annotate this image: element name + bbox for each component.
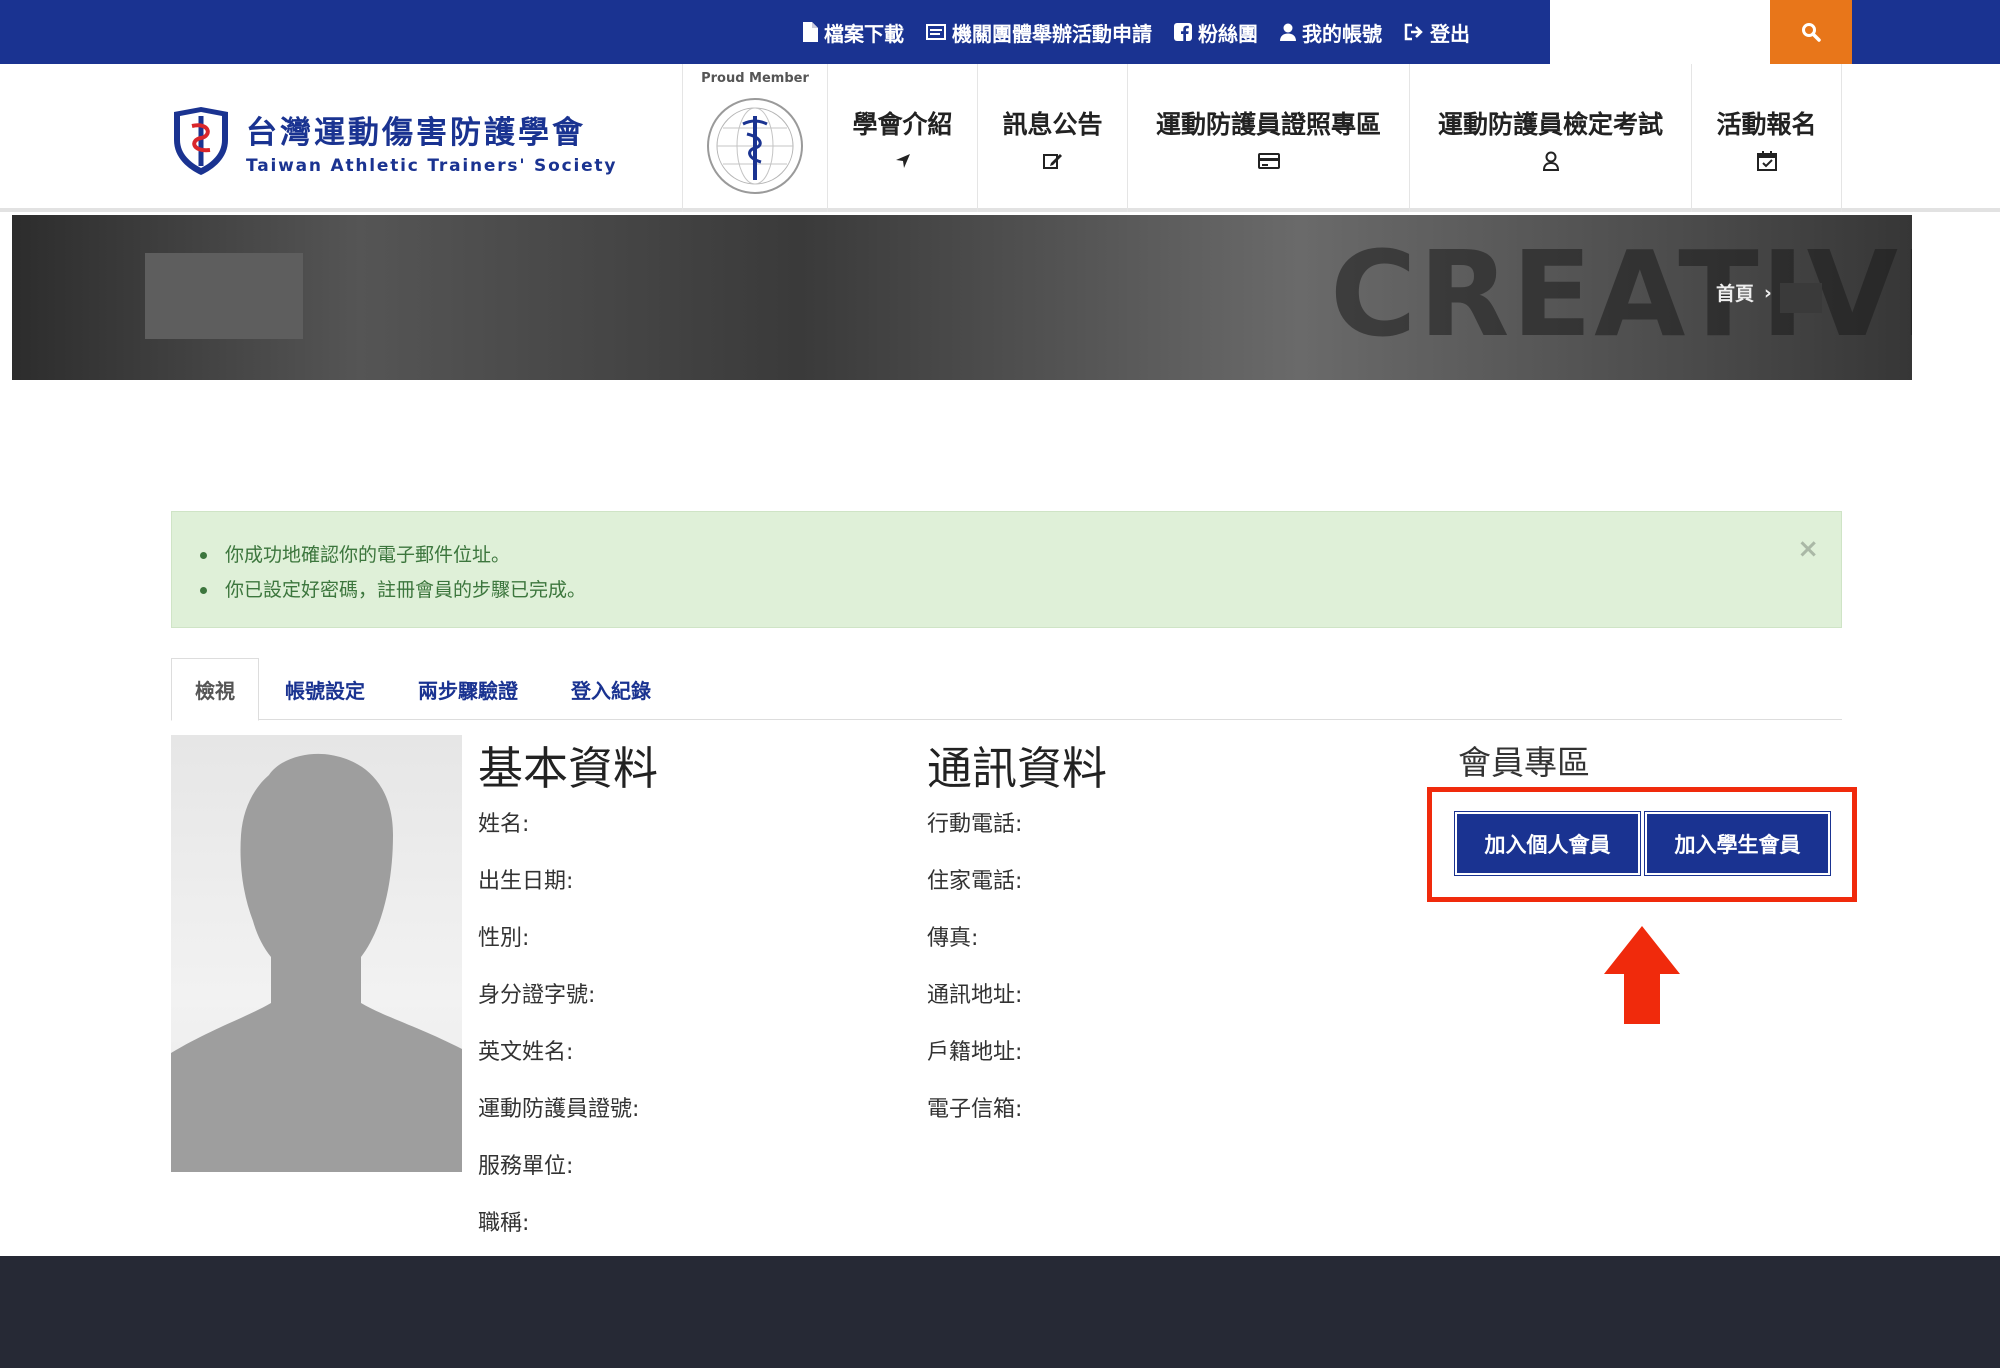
proud-member-text: Proud Member [701, 71, 809, 86]
banner-background-text: CREATIVE [1330, 225, 1983, 363]
tab-account-settings[interactable]: 帳號設定 [269, 658, 381, 720]
account-tabs: 檢視 帳號設定 兩步驟驗證 登入紀錄 [171, 658, 1842, 721]
fanpage-label: 粉絲團 [1198, 21, 1258, 46]
field-trainer-license: 運動防護員證號: [478, 1097, 640, 1122]
my-account-link[interactable]: 我的帳號 [1280, 18, 1382, 47]
field-birthdate: 出生日期: [478, 869, 574, 894]
tab-view[interactable]: 檢視 [171, 658, 259, 721]
breadcrumb-separator-icon: › [1764, 281, 1772, 304]
tab-two-step-verification[interactable]: 兩步驟驗證 [393, 658, 543, 720]
calendar-check-icon [1756, 151, 1777, 171]
activity-apply-link[interactable]: 機關團體舉辦活動申請 [926, 18, 1152, 47]
alert-message-list: 你成功地確認你的電子郵件位址。 你已設定好密碼，註冊會員的步驟已完成。 [200, 538, 586, 608]
member-zone-title: 會員專區 [1458, 743, 1590, 782]
search-button[interactable] [1770, 0, 1852, 64]
logo-chinese: 台灣運動傷害防護學會 [246, 114, 586, 151]
alert-message: 你成功地確認你的電子郵件位址。 [200, 538, 586, 573]
success-alert: 你成功地確認你的電子郵件位址。 你已設定好密碼，註冊會員的步驟已完成。 × [171, 511, 1842, 628]
card-icon [1257, 153, 1280, 169]
banner-edge-right [1912, 215, 2000, 380]
field-organization: 服務單位: [478, 1154, 574, 1179]
search-input[interactable] [1550, 0, 1770, 64]
join-student-member-button[interactable]: 加入學生會員 [1644, 811, 1831, 876]
location-arrow-icon [895, 154, 910, 168]
avatar-silhouette-icon [171, 753, 462, 1172]
user-outline-icon [1542, 151, 1559, 171]
contact-info-title: 通訊資料 [927, 742, 1108, 795]
field-job-title: 職稱: [478, 1211, 530, 1236]
logo-emblem-icon [174, 107, 228, 175]
site-footer [0, 1256, 2000, 1368]
nav-exam-label: 運動防護員檢定考試 [1437, 110, 1663, 139]
field-mailing-address: 通訊地址: [927, 983, 1023, 1008]
field-name: 姓名: [478, 812, 530, 837]
proud-member-badge[interactable]: Proud Member [682, 64, 828, 212]
basic-info-title: 基本資料 [478, 742, 659, 795]
profile-avatar [171, 735, 462, 1172]
field-mobile: 行動電話: [927, 812, 1023, 837]
logo-english: Taiwan Athletic Trainers' Society [246, 155, 618, 176]
site-header: 台灣運動傷害防護學會 Taiwan Athletic Trainers' Soc… [0, 64, 2000, 212]
form-icon [926, 24, 946, 40]
top-bar: 檔案下載 機關團體舉辦活動申請 粉絲團 我的帳號 登出 [0, 0, 2000, 64]
nav-about[interactable]: 學會介紹 [828, 64, 978, 212]
nav-certification-label: 運動防護員證照專區 [1155, 110, 1381, 139]
edit-icon [1042, 154, 1062, 169]
globe-caduceus-icon [707, 98, 803, 194]
activity-apply-label: 機關團體舉辦活動申請 [952, 21, 1152, 46]
my-account-label: 我的帳號 [1302, 21, 1382, 46]
breadcrumb: 首頁 › [1716, 279, 1772, 306]
red-arrow-icon [1604, 926, 1680, 1024]
file-icon [803, 22, 818, 42]
tab-login-history[interactable]: 登入紀錄 [555, 658, 667, 720]
banner-gap [1780, 283, 1822, 313]
user-icon [1280, 23, 1296, 41]
field-id-number: 身分證字號: [478, 983, 596, 1008]
site-logo[interactable]: 台灣運動傷害防護學會 Taiwan Athletic Trainers' Soc… [170, 106, 617, 176]
search-icon [1802, 23, 1821, 42]
facebook-icon [1174, 23, 1192, 41]
field-registered-address: 戶籍地址: [927, 1040, 1023, 1065]
banner-edge-left [0, 215, 12, 380]
breadcrumb-home[interactable]: 首頁 [1716, 279, 1754, 306]
field-email: 電子信箱: [927, 1097, 1023, 1122]
page-banner: CREATIVE 首頁 › [0, 215, 2000, 380]
download-link[interactable]: 檔案下載 [802, 18, 904, 47]
logout-link[interactable]: 登出 [1404, 18, 1470, 47]
logout-icon [1404, 23, 1423, 41]
logout-label: 登出 [1430, 21, 1470, 46]
join-individual-member-button[interactable]: 加入個人會員 [1454, 811, 1641, 876]
fanpage-link[interactable]: 粉絲團 [1174, 18, 1258, 47]
nav-news-label: 訊息公告 [1002, 110, 1103, 139]
field-gender: 性別: [478, 926, 530, 951]
banner-title-placeholder [145, 253, 303, 339]
field-english-name: 英文姓名: [478, 1040, 574, 1065]
nav-about-label: 學會介紹 [852, 110, 953, 139]
nav-news[interactable]: 訊息公告 [978, 64, 1128, 212]
top-links: 檔案下載 機關團體舉辦活動申請 粉絲團 我的帳號 登出 [802, 0, 1492, 64]
logo-text: 台灣運動傷害防護學會 Taiwan Athletic Trainers' Soc… [246, 107, 617, 176]
field-fax: 傳真: [927, 926, 979, 951]
nav-events-label: 活動報名 [1716, 110, 1817, 139]
field-home-phone: 住家電話: [927, 869, 1023, 894]
download-link-label: 檔案下載 [824, 21, 904, 46]
nav-events[interactable]: 活動報名 [1692, 64, 1842, 212]
nav-certification[interactable]: 運動防護員證照專區 [1128, 64, 1410, 212]
alert-message: 你已設定好密碼，註冊會員的步驟已完成。 [200, 573, 586, 608]
nav-exam[interactable]: 運動防護員檢定考試 [1410, 64, 1692, 212]
alert-close-button[interactable]: × [1797, 534, 1819, 564]
